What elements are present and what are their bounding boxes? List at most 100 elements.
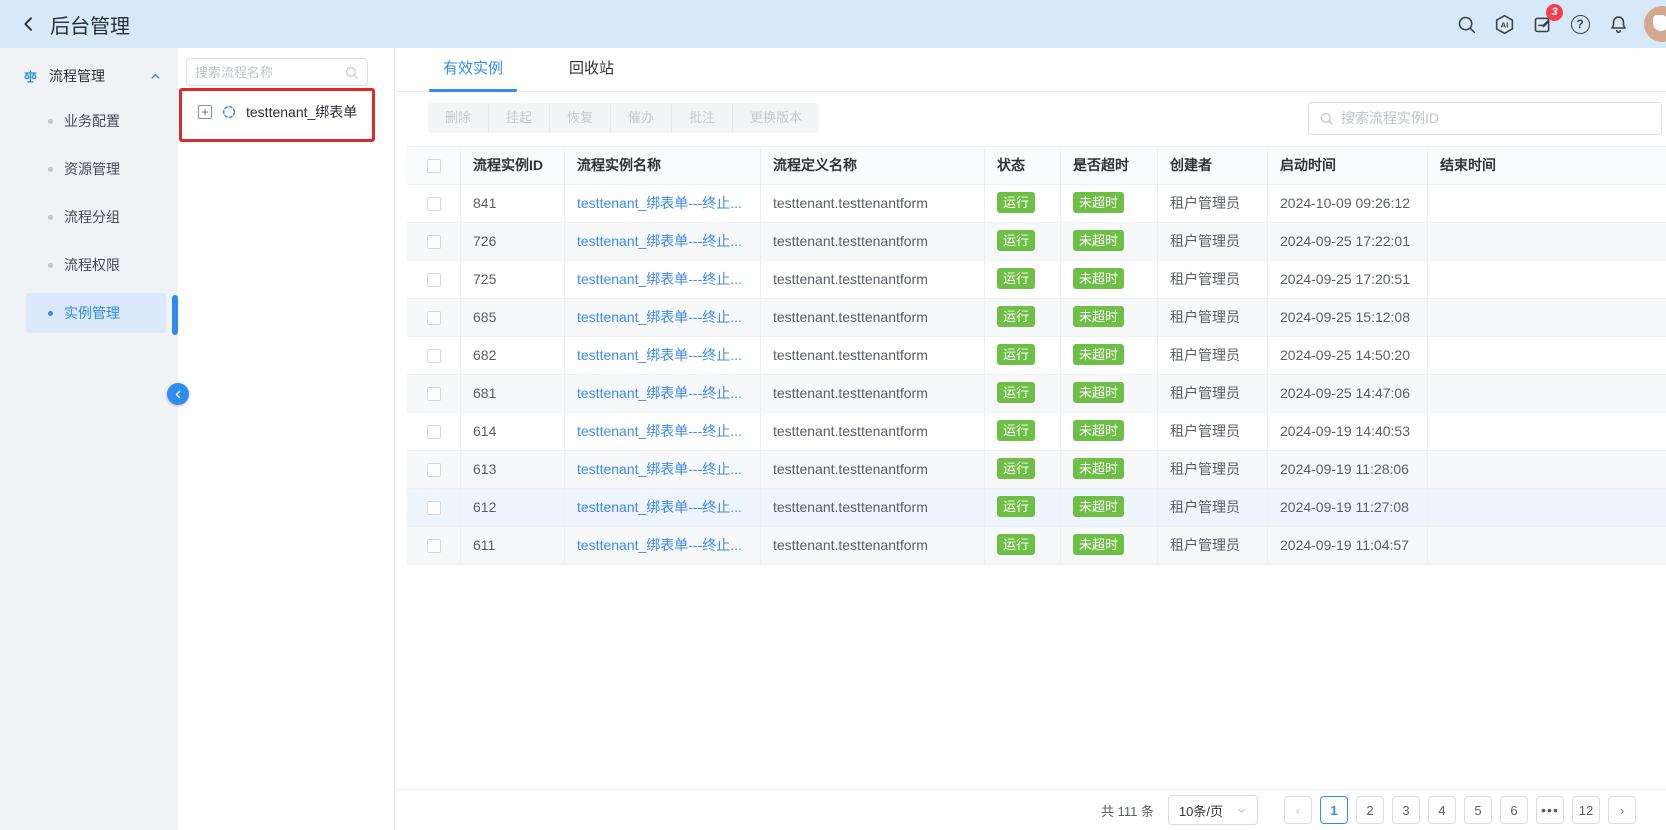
instance-id-cell: 612: [461, 489, 565, 527]
timeout-cell: 未超时: [1061, 185, 1158, 223]
instance-name-cell: testtenant_绑表单---终止...: [565, 299, 761, 337]
page-button-4[interactable]: 4: [1428, 796, 1456, 824]
toolbar-row: 删除挂起恢复催办批注更换版本: [407, 102, 1654, 134]
header-cell: 流程实例ID: [461, 147, 565, 185]
timeout-cell: 未超时: [1061, 299, 1158, 337]
page-title: 后台管理: [50, 10, 130, 39]
sidebar-item-label: 业务配置: [64, 111, 120, 131]
process-name-search[interactable]: [186, 58, 368, 86]
collapse-panel-button[interactable]: [167, 383, 189, 405]
approval-note-icon[interactable]: 3: [1530, 12, 1554, 36]
chevron-up-icon: [149, 70, 162, 83]
instance-id-search[interactable]: [1308, 102, 1662, 135]
timeout-cell: 未超时: [1061, 261, 1158, 299]
toolbar-button-3[interactable]: 恢复: [550, 103, 611, 133]
back-button[interactable]: [16, 11, 42, 37]
page-button-3[interactable]: 3: [1392, 796, 1420, 824]
process-name-search-input[interactable]: [195, 65, 344, 80]
row-checkbox[interactable]: [427, 197, 441, 211]
row-checkbox[interactable]: [427, 311, 441, 325]
prev-page-button[interactable]: ‹: [1284, 796, 1312, 824]
instance-name-link[interactable]: testtenant_绑表单---终止...: [577, 233, 742, 249]
sidebar-item-1[interactable]: 业务配置: [26, 101, 166, 141]
instance-name-link[interactable]: testtenant_绑表单---终止...: [577, 309, 742, 325]
instance-name-link[interactable]: testtenant_绑表单---终止...: [577, 499, 742, 515]
instance-name-cell: testtenant_绑表单---终止...: [565, 451, 761, 489]
ai-assistant-icon[interactable]: AI: [1492, 12, 1516, 36]
next-page-button[interactable]: ›: [1608, 796, 1636, 824]
page-button-6[interactable]: 6: [1500, 796, 1528, 824]
row-checkbox[interactable]: [427, 387, 441, 401]
header-cell: 状态: [985, 147, 1061, 185]
row-checkbox[interactable]: [427, 273, 441, 287]
page-ellipsis[interactable]: •••: [1536, 796, 1564, 824]
sidebar-item-3[interactable]: 流程分组: [26, 197, 166, 237]
sidebar-item-2[interactable]: 资源管理: [26, 149, 166, 189]
definition-name-cell: testtenant.testtenantform: [761, 337, 985, 375]
instance-name-cell: testtenant_绑表单---终止...: [565, 375, 761, 413]
search-icon: [1319, 111, 1334, 126]
row-checkbox[interactable]: [427, 235, 441, 249]
creator-cell: 租户管理员: [1158, 223, 1268, 261]
timeout-cell: 未超时: [1061, 375, 1158, 413]
sidebar-item-5[interactable]: 实例管理: [26, 293, 166, 333]
table-row: 726testtenant_绑表单---终止...testtenant.test…: [407, 223, 1666, 261]
definition-name-cell: testtenant.testtenantform: [761, 261, 985, 299]
bell-icon[interactable]: [1606, 12, 1630, 36]
tab-1[interactable]: 有效实例: [429, 57, 517, 91]
tab-2[interactable]: 回收站: [555, 57, 628, 91]
select-all-checkbox[interactable]: [427, 159, 441, 173]
table-body: 841testtenant_绑表单---终止...testtenant.test…: [407, 185, 1666, 565]
creator-cell: 租户管理员: [1158, 413, 1268, 451]
help-icon[interactable]: ?: [1568, 12, 1592, 36]
row-checkbox[interactable]: [427, 463, 441, 477]
row-select-cell: [407, 527, 461, 565]
instance-name-link[interactable]: testtenant_绑表单---终止...: [577, 347, 742, 363]
timeout-badge: 未超时: [1073, 496, 1124, 517]
instance-name-link[interactable]: testtenant_绑表单---终止...: [577, 423, 742, 439]
sidebar-item-label: 流程权限: [64, 255, 120, 275]
page-button-2[interactable]: 2: [1356, 796, 1384, 824]
toolbar-button-4[interactable]: 催办: [611, 103, 672, 133]
process-node-icon: [221, 104, 237, 120]
page-button-12[interactable]: 12: [1572, 796, 1600, 824]
instance-name-link[interactable]: testtenant_绑表单---终止...: [577, 537, 742, 553]
row-checkbox[interactable]: [427, 425, 441, 439]
sidebar-group-process-management[interactable]: 流程管理: [0, 60, 178, 92]
definition-name-cell: testtenant.testtenantform: [761, 489, 985, 527]
timeout-cell: 未超时: [1061, 527, 1158, 565]
sidebar-item-4[interactable]: 流程权限: [26, 245, 166, 285]
expand-icon[interactable]: +: [198, 105, 212, 119]
table-row: 613testtenant_绑表单---终止...testtenant.test…: [407, 451, 1666, 489]
search-icon[interactable]: [1454, 12, 1478, 36]
timeout-cell: 未超时: [1061, 413, 1158, 451]
page-size-select[interactable]: 10条/页: [1168, 795, 1258, 825]
timeout-badge: 未超时: [1073, 458, 1124, 479]
row-checkbox[interactable]: [427, 349, 441, 363]
toolbar-button-2[interactable]: 挂起: [489, 103, 550, 133]
instance-id-search-input[interactable]: [1341, 110, 1651, 126]
row-checkbox[interactable]: [427, 501, 441, 515]
page-button-1[interactable]: 1: [1320, 796, 1348, 824]
toolbar-button-5[interactable]: 批注: [672, 103, 733, 133]
instance-name-link[interactable]: testtenant_绑表单---终止...: [577, 461, 742, 477]
instance-name-link[interactable]: testtenant_绑表单---终止...: [577, 385, 742, 401]
avatar[interactable]: [1644, 6, 1666, 42]
creator-cell: 租户管理员: [1158, 451, 1268, 489]
row-select-cell: [407, 413, 461, 451]
status-cell: 运行: [985, 451, 1061, 489]
status-badge: 运行: [997, 192, 1035, 213]
row-select-cell: [407, 185, 461, 223]
row-checkbox[interactable]: [427, 539, 441, 553]
end-time-cell: [1428, 489, 1666, 527]
instance-name-link[interactable]: testtenant_绑表单---终止...: [577, 271, 742, 287]
instance-name-link[interactable]: testtenant_绑表单---终止...: [577, 195, 742, 211]
toolbar-button-1[interactable]: 删除: [428, 103, 489, 133]
chevron-left-icon: [19, 14, 39, 34]
row-select-cell: [407, 375, 461, 413]
creator-cell: 租户管理员: [1158, 527, 1268, 565]
table-row: 685testtenant_绑表单---终止...testtenant.test…: [407, 299, 1666, 337]
tree-node-testtenant[interactable]: + testtenant_绑表单: [198, 96, 357, 128]
toolbar-button-6[interactable]: 更换版本: [733, 103, 819, 133]
page-button-5[interactable]: 5: [1464, 796, 1492, 824]
